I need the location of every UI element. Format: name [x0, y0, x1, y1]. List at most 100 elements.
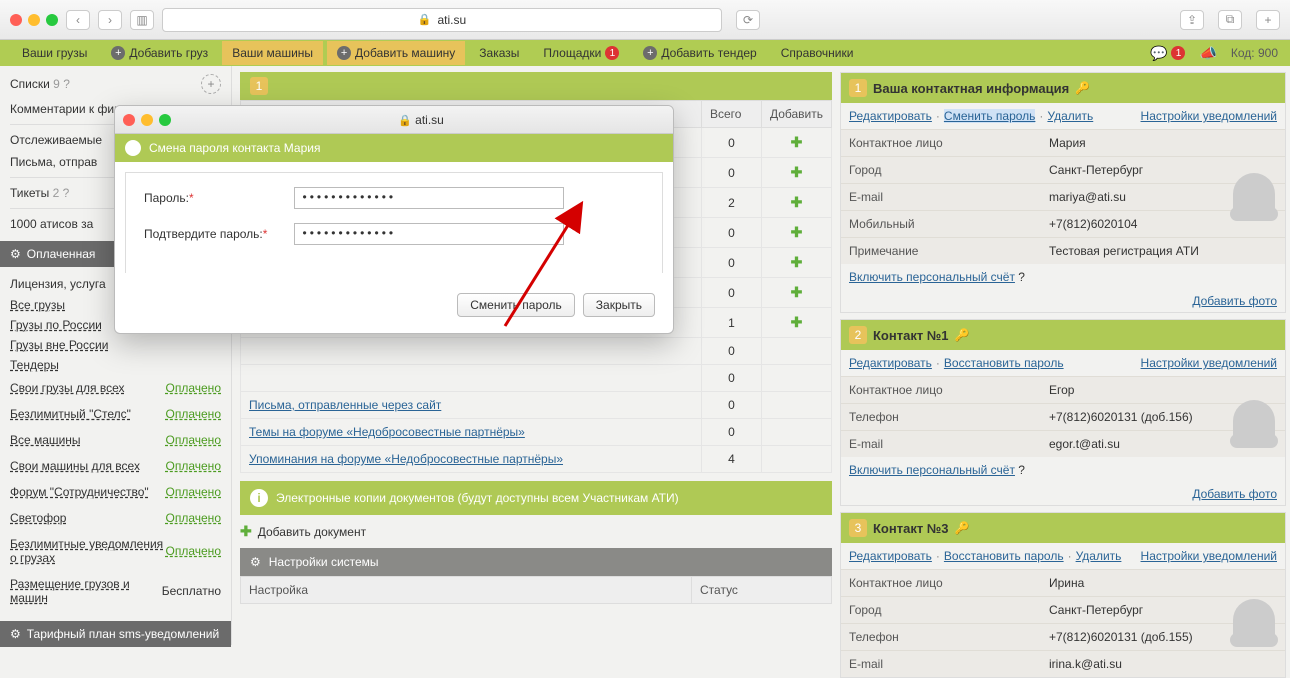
col-total: Всего	[701, 101, 761, 128]
confirm-password-input[interactable]	[294, 223, 564, 245]
add-icon[interactable]: ✚	[791, 134, 803, 150]
password-input[interactable]	[294, 187, 564, 209]
card-header: 1Ваша контактная информация🔑	[841, 73, 1285, 103]
share-icon[interactable]: ⇪	[1180, 10, 1204, 30]
table-row: 0	[241, 338, 832, 365]
nav-add-vehicle[interactable]: +Добавить машину	[327, 41, 465, 65]
contacts-panel: 1Ваша контактная информация🔑 Редактирова…	[836, 66, 1290, 645]
maximize-window-icon[interactable]	[159, 114, 171, 126]
add-photo-link[interactable]: Добавить фото	[1192, 294, 1277, 308]
sb-link[interactable]: Тендеры	[10, 355, 221, 375]
system-settings-header: ⚙Настройки системы	[240, 548, 832, 576]
close-window-icon[interactable]	[123, 114, 135, 126]
enable-account-link[interactable]: Включить персональный счёт	[849, 270, 1015, 284]
sb-row[interactable]: Свои машины для всехОплачено	[10, 453, 221, 479]
change-password-link[interactable]: Сменить пароль	[944, 109, 1036, 123]
url-text: ati.su	[438, 13, 467, 27]
row-link[interactable]: Темы на форуме «Недобросовестные партнёр…	[249, 425, 525, 439]
change-password-button[interactable]: Сменить пароль	[457, 293, 575, 317]
sb-row[interactable]: Размещение грузов и машинБесплатно	[10, 571, 221, 611]
notif-settings-link[interactable]: Настройки уведомлений	[1141, 356, 1277, 370]
sb-row[interactable]: Все машиныОплачено	[10, 427, 221, 453]
edit-link[interactable]: Редактировать	[849, 549, 932, 563]
nav-platforms[interactable]: Площадки1	[533, 41, 629, 65]
reload-icon[interactable]: ⟳	[736, 10, 760, 30]
card-actions: Редактировать· Сменить пароль· Удалить Н…	[841, 103, 1285, 129]
sb-row[interactable]: Форум "Сотрудничество"Оплачено	[10, 479, 221, 505]
row-link[interactable]: Письма, отправленные через сайт	[249, 398, 441, 412]
delete-link[interactable]: Удалить	[1047, 109, 1093, 123]
key-icon: 🔑	[1075, 81, 1090, 95]
close-window-icon[interactable]	[10, 14, 22, 26]
sb-link[interactable]: Грузы вне России	[10, 335, 221, 355]
user-icon	[125, 140, 141, 156]
contact-card-1: 1Ваша контактная информация🔑 Редактирова…	[840, 72, 1286, 313]
new-tab-icon[interactable]: +	[1256, 10, 1280, 30]
chat-icon[interactable]: 💬	[1150, 45, 1167, 62]
notif-settings-link[interactable]: Настройки уведомлений	[1141, 549, 1277, 563]
add-icon[interactable]: ✚	[791, 314, 803, 330]
notif-settings-link[interactable]: Настройки уведомлений	[1141, 109, 1277, 123]
card-body: Контактное лицоМария ГородСанкт-Петербур…	[841, 129, 1285, 264]
sb-row[interactable]: Безлимитный "Стелс"Оплачено	[10, 401, 221, 427]
edit-link[interactable]: Редактировать	[849, 356, 932, 370]
docs-header: iЭлектронные копии документов (будут дос…	[240, 481, 832, 515]
minimize-window-icon[interactable]	[28, 14, 40, 26]
avatar-placeholder	[1233, 599, 1275, 641]
sb-lists[interactable]: Списки 9 ?+	[10, 70, 221, 98]
help-icon[interactable]: ?	[1018, 463, 1025, 477]
key-icon: 🔑	[955, 521, 970, 535]
add-icon[interactable]: ✚	[791, 164, 803, 180]
col-status: Статус	[692, 577, 832, 604]
sb-row[interactable]: Свои грузы для всехОплачено	[10, 375, 221, 401]
contact-card-2: 2Контакт №1🔑 Редактировать· Восстановить…	[840, 319, 1286, 506]
nav-vehicles[interactable]: Ваши машины	[222, 41, 323, 65]
add-icon[interactable]: ✚	[791, 284, 803, 300]
restore-password-link[interactable]: Восстановить пароль	[944, 356, 1064, 370]
add-icon[interactable]: ✚	[791, 224, 803, 240]
minimize-window-icon[interactable]	[141, 114, 153, 126]
badge: 1	[605, 46, 619, 60]
col-add: Добавить	[761, 101, 831, 128]
settings-table: НастройкаСтатус	[240, 576, 832, 604]
help-icon[interactable]: ?	[1018, 270, 1025, 284]
add-icon[interactable]: ✚	[791, 254, 803, 270]
sb-tariff[interactable]: ⚙Тарифный план sms-уведомлений	[0, 621, 231, 647]
contact-card-3: 3Контакт №3🔑 Редактировать· Восстановить…	[840, 512, 1286, 678]
nav-add-cargo[interactable]: +Добавить груз	[101, 41, 218, 65]
edit-link[interactable]: Редактировать	[849, 109, 932, 123]
sb-row[interactable]: СветофорОплачено	[10, 505, 221, 531]
notif-badge: 1	[1171, 46, 1185, 60]
maximize-window-icon[interactable]	[46, 14, 58, 26]
main-nav: Ваши грузы +Добавить груз Ваши машины +Д…	[0, 40, 1290, 66]
gear-icon: ⚙	[250, 555, 261, 569]
enable-account-link[interactable]: Включить персональный счёт	[849, 463, 1015, 477]
close-button[interactable]: Закрыть	[583, 293, 655, 317]
forward-button[interactable]: ›	[98, 10, 122, 30]
delete-link[interactable]: Удалить	[1076, 549, 1122, 563]
restore-password-link[interactable]: Восстановить пароль	[944, 549, 1064, 563]
table-row: Упоминания на форуме «Недобросовестные п…	[241, 446, 832, 473]
add-icon[interactable]: ✚	[791, 194, 803, 210]
nav-refs[interactable]: Справочники	[771, 41, 864, 65]
add-photo-link[interactable]: Добавить фото	[1192, 487, 1277, 501]
sidebar-toggle-icon[interactable]: ▥	[130, 10, 154, 30]
window-controls	[10, 14, 58, 26]
confirm-password-label: Подтвердите пароль:	[144, 227, 263, 241]
add-document[interactable]: ✚Добавить документ	[240, 523, 832, 540]
megaphone-icon[interactable]: 📣	[1199, 45, 1216, 62]
gear-icon: ⚙	[10, 247, 21, 261]
nav-cargo[interactable]: Ваши грузы	[12, 41, 97, 65]
nav-add-tender[interactable]: +Добавить тендер	[633, 41, 766, 65]
user-code: Код: 900	[1231, 46, 1278, 60]
sb-row[interactable]: Безлимитные уведомления о грузахОплачено	[10, 531, 221, 571]
row-link[interactable]: Упоминания на форуме «Недобросовестные п…	[249, 452, 563, 466]
add-list-icon[interactable]: +	[201, 74, 221, 94]
info-icon: i	[250, 489, 268, 507]
address-bar[interactable]: 🔒 ati.su	[162, 8, 722, 32]
tabs-icon[interactable]: ⧉	[1218, 10, 1242, 30]
table-row: Письма, отправленные через сайт0	[241, 392, 832, 419]
avatar-placeholder	[1233, 173, 1275, 215]
back-button[interactable]: ‹	[66, 10, 90, 30]
nav-orders[interactable]: Заказы	[469, 41, 529, 65]
